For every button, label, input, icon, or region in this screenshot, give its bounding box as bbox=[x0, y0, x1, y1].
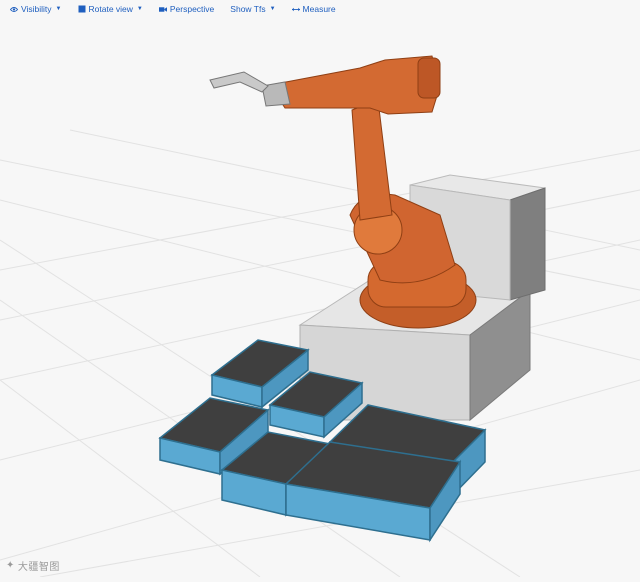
perspective-label: Perspective bbox=[169, 4, 215, 14]
3d-viewport[interactable] bbox=[0, 0, 640, 578]
ruler-icon bbox=[291, 5, 300, 13]
measure-label: Measure bbox=[302, 4, 336, 14]
chevron-down-icon: ▼ bbox=[55, 6, 62, 12]
measure-button[interactable]: Measure bbox=[284, 1, 344, 17]
visibility-label: Visibility bbox=[21, 4, 52, 14]
watermark-logo-icon: ✦ bbox=[6, 560, 15, 571]
eye-icon bbox=[10, 5, 18, 13]
chevron-down-icon: ▼ bbox=[269, 6, 276, 12]
visibility-menu[interactable]: Visibility ▼ bbox=[0, 1, 70, 17]
show-tfs-menu[interactable]: Show Tfs ▼ bbox=[222, 1, 283, 17]
viewer-toolbar: Visibility ▼ Rotate view ▼ Perspective S… bbox=[0, 0, 640, 18]
rotate-view-label: Rotate view bbox=[88, 4, 133, 14]
perspective-button[interactable]: Perspective bbox=[151, 1, 222, 17]
chevron-down-icon: ▼ bbox=[136, 6, 143, 12]
watermark: ✦ 大疆智图 bbox=[6, 558, 60, 573]
cube-icon bbox=[78, 5, 86, 13]
video-camera-icon bbox=[158, 5, 167, 13]
rotate-view-menu[interactable]: Rotate view ▼ bbox=[70, 1, 151, 17]
watermark-text: 大疆智图 bbox=[17, 562, 60, 573]
show-tfs-label: Show Tfs bbox=[230, 4, 266, 14]
